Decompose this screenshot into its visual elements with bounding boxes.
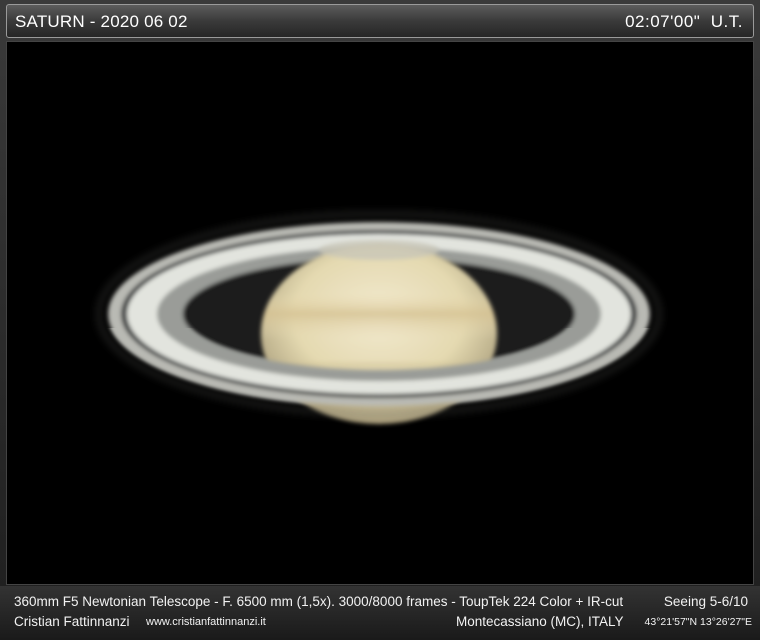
title-bar: SATURN - 2020 06 02 02:07'00" U.T.	[6, 4, 754, 38]
website-link[interactable]: www.cristianfattinnanzi.it	[146, 616, 266, 628]
equipment-info: 360mm F5 Newtonian Telescope - F. 6500 m…	[14, 594, 624, 609]
author-name: Cristian Fattinnanzi	[14, 614, 130, 629]
photo-frame: SATURN - 2020 06 02 02:07'00" U.T. 360mm…	[0, 0, 760, 640]
location-info: Montecassiano (MC), ITALY	[456, 614, 624, 629]
caption-bar: 360mm F5 Newtonian Telescope - F. 6500 m…	[0, 586, 760, 640]
observation-time: 02:07'00" U.T.	[625, 12, 743, 31]
coordinates-info: 43°21'57"N 13°26'27"E	[644, 616, 752, 628]
saturn-illustration	[96, 211, 662, 424]
saturn-image	[6, 41, 754, 585]
image-title: SATURN - 2020 06 02	[15, 12, 188, 31]
seeing-info: Seeing 5-6/10	[663, 594, 748, 609]
